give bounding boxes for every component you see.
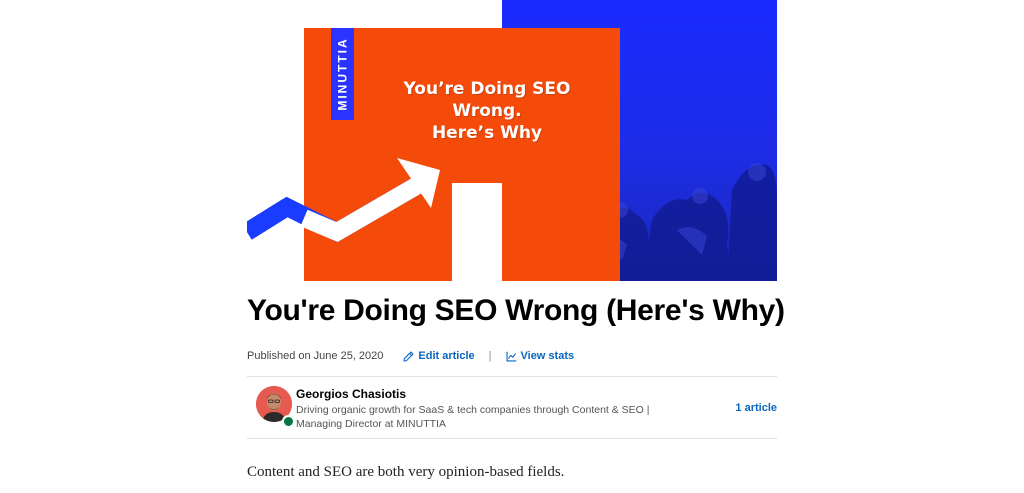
hero-image: MINUTTIA You’re Doing SEO Wrong. Here’s … xyxy=(247,0,777,281)
article-title: You're Doing SEO Wrong (Here's Why) xyxy=(247,294,785,327)
article-meta-row: Published on June 25, 2020 Edit article … xyxy=(247,348,574,364)
author-name[interactable]: Georgios Chasiotis xyxy=(296,387,406,401)
arrow-shaft xyxy=(300,174,428,243)
pencil-icon xyxy=(403,350,414,362)
view-stats-label: View stats xyxy=(520,350,575,362)
view-stats-link[interactable]: View stats xyxy=(505,350,575,362)
line-chart-icon xyxy=(505,351,516,362)
published-date: Published on June 25, 2020 xyxy=(247,350,384,362)
author-card: Georgios Chasiotis Driving organic growt… xyxy=(247,377,777,438)
divider-bottom xyxy=(247,438,777,439)
author-headline: Driving organic growth for SaaS & tech c… xyxy=(296,404,650,430)
article-page: MINUTTIA You’re Doing SEO Wrong. Here’s … xyxy=(0,0,1024,493)
online-status-indicator xyxy=(282,415,295,428)
growth-arrow-graphic xyxy=(247,158,440,243)
edit-article-label: Edit article xyxy=(418,350,475,362)
article-body-paragraph: Content and SEO are both very opinion-ba… xyxy=(247,464,565,480)
meta-separator: | xyxy=(488,350,492,362)
edit-article-link[interactable]: Edit article xyxy=(403,350,475,362)
article-count-link[interactable]: 1 article xyxy=(735,402,777,414)
